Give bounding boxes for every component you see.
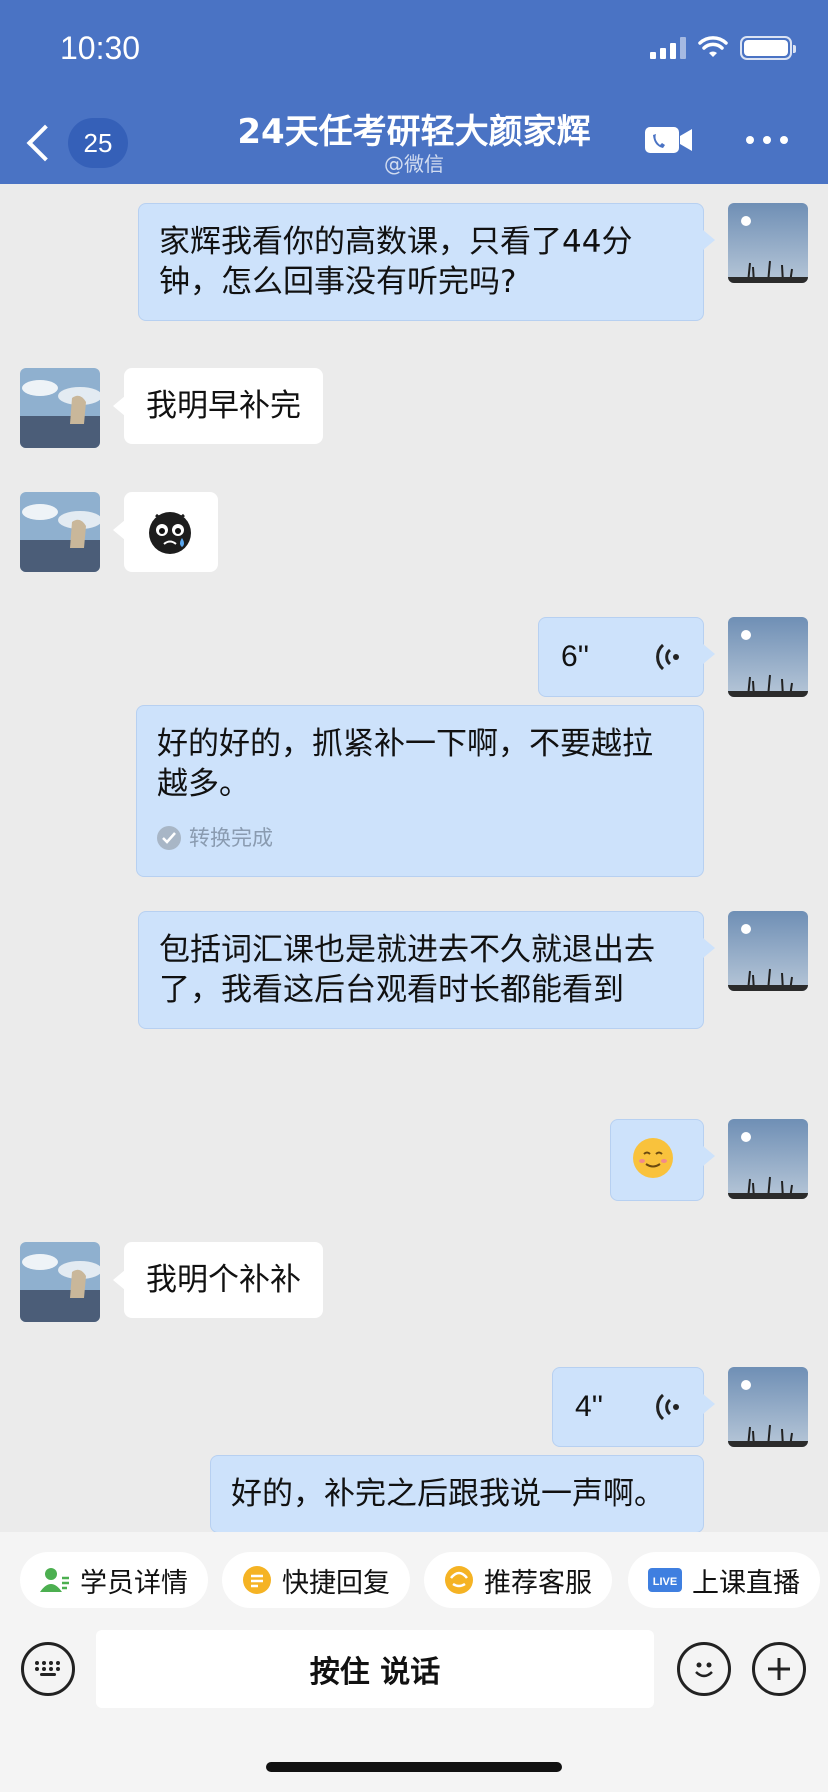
quick-action-bar: 学员详情 快捷回复 推荐客服 LIVE 上课直播 xyxy=(0,1532,828,1624)
chip-quick-reply[interactable]: 快捷回复 xyxy=(222,1552,410,1608)
more-options-icon[interactable] xyxy=(746,126,788,154)
message-text: 我明个补补 xyxy=(146,1262,301,1298)
voice-wave-icon xyxy=(656,643,679,671)
voice-duration: 4'' xyxy=(575,1390,604,1423)
voice-message-bubble[interactable]: 4'' xyxy=(552,1367,715,1447)
message-text: 我明早补完 xyxy=(146,388,301,424)
status-time: 10:30 xyxy=(60,30,141,66)
hold-to-talk-button[interactable]: 按住 说话 xyxy=(96,1630,654,1708)
crying-face-sticker-icon xyxy=(149,512,191,554)
my-avatar[interactable] xyxy=(728,203,808,283)
home-indicator xyxy=(266,1762,562,1772)
quick-reply-icon xyxy=(242,1565,272,1595)
chip-live-class[interactable]: LIVE 上课直播 xyxy=(628,1552,820,1608)
voice-transcript-bubble[interactable]: 好的好的，抓紧补一下啊，不要越拉越多。 转换完成 xyxy=(136,705,704,877)
voice-wave-icon xyxy=(656,1393,679,1421)
chip-label: 推荐客服 xyxy=(484,1567,592,1599)
student-detail-icon xyxy=(40,1565,70,1595)
message-text: 家辉我看你的高数课，只看了44分钟，怎么回事没有听完吗? xyxy=(159,224,633,300)
smiling-face-emoji-icon xyxy=(633,1138,673,1178)
message-text: 包括词汇课也是就进去不久就退出去了，我看这后台观看时长都能看到 xyxy=(159,932,655,1008)
keyboard-toggle-icon[interactable] xyxy=(21,1642,75,1696)
message-bubble-outgoing[interactable]: 包括词汇课也是就进去不久就退出去了，我看这后台观看时长都能看到 xyxy=(138,911,715,1029)
my-avatar[interactable] xyxy=(728,1119,808,1199)
chat-header: 10:30 25 24天任考研轻大颜家辉 @微信 xyxy=(0,0,828,184)
transcript-status: 转换完成 xyxy=(157,818,683,858)
check-circle-icon xyxy=(157,826,181,850)
my-avatar[interactable] xyxy=(728,911,808,991)
emoji-picker-icon[interactable] xyxy=(677,1642,731,1696)
message-bubble-outgoing[interactable] xyxy=(610,1119,715,1201)
transcript-text: 好的，补完之后跟我说一声啊。 xyxy=(231,1476,665,1512)
battery-icon xyxy=(740,36,796,60)
chip-recommend-service[interactable]: 推荐客服 xyxy=(424,1552,612,1608)
chip-student-detail[interactable]: 学员详情 xyxy=(20,1552,208,1608)
voice-message-bubble[interactable]: 6'' xyxy=(538,617,715,697)
message-bubble-incoming[interactable]: 我明早补完 xyxy=(113,368,323,444)
contact-avatar[interactable] xyxy=(20,368,100,448)
transcript-status-text: 转换完成 xyxy=(189,826,273,850)
chip-label: 上课直播 xyxy=(692,1567,800,1599)
transcript-text: 好的好的，抓紧补一下啊，不要越拉越多。 xyxy=(157,726,653,802)
contact-avatar[interactable] xyxy=(20,1242,100,1322)
chip-label: 学员详情 xyxy=(80,1567,188,1599)
chip-label: 快捷回复 xyxy=(282,1567,390,1599)
contact-avatar[interactable] xyxy=(20,492,100,572)
cellular-signal-icon xyxy=(650,37,686,59)
add-more-icon[interactable] xyxy=(752,1642,806,1696)
my-avatar[interactable] xyxy=(728,617,808,697)
live-icon: LIVE xyxy=(648,1565,682,1595)
wifi-icon xyxy=(698,36,728,57)
message-bubble-incoming[interactable] xyxy=(113,492,218,572)
voice-transcript-bubble[interactable]: 好的，补完之后跟我说一声啊。 xyxy=(210,1455,704,1533)
my-avatar[interactable] xyxy=(728,1367,808,1447)
live-badge-text: LIVE xyxy=(653,1576,677,1588)
message-bubble-outgoing[interactable]: 家辉我看你的高数课，只看了44分钟，怎么回事没有听完吗? xyxy=(138,203,715,321)
chat-subtitle: @微信 xyxy=(384,152,444,176)
recommend-service-icon xyxy=(444,1565,474,1595)
video-call-icon[interactable] xyxy=(644,124,694,156)
status-icons xyxy=(650,36,796,60)
voice-duration: 6'' xyxy=(561,640,590,673)
message-bubble-incoming[interactable]: 我明个补补 xyxy=(113,1242,323,1318)
chat-title: 24天任考研轻大颜家辉 xyxy=(237,112,591,152)
